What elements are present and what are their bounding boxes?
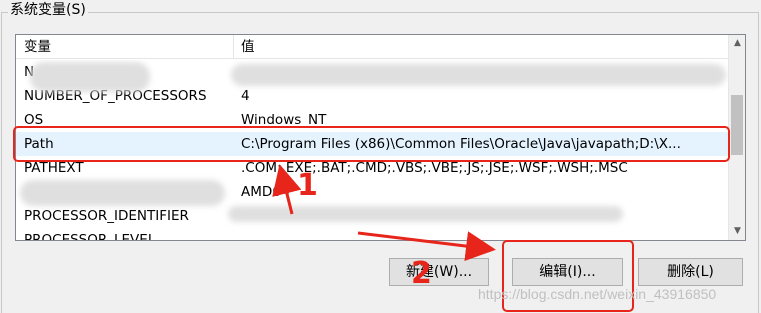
row-name: PROCESSOR_LEVEL xyxy=(24,232,156,241)
row-name: PROCESSOR_IDENTIFIER xyxy=(24,208,189,224)
redaction-smear xyxy=(231,64,726,86)
new-button[interactable]: 新建(W)... xyxy=(389,258,489,286)
list-header: 变量 值 xyxy=(16,35,728,59)
annotation-highlight-path xyxy=(13,126,730,162)
chevron-down-icon[interactable]: ▼ xyxy=(729,223,745,240)
column-header-name[interactable]: 变量 xyxy=(16,35,234,59)
watermark: https://blog.csdn.net/weixin_43916850 xyxy=(478,286,717,302)
annotation-step-1: 1 xyxy=(297,168,318,203)
row-value: 4 xyxy=(241,88,250,104)
redaction-smear xyxy=(30,62,150,92)
system-variables-panel: 系统变量(S) 变量 值 N NUMBER_OF_PROCESSORS 4 OS… xyxy=(0,0,761,313)
redaction-smear xyxy=(228,206,623,222)
annotation-step-2: 2 xyxy=(411,256,432,291)
chevron-up-icon[interactable]: ▲ xyxy=(729,35,745,52)
column-header-value[interactable]: 值 xyxy=(234,35,728,59)
scrollbar-thumb[interactable] xyxy=(731,95,743,155)
delete-button[interactable]: 删除(L) xyxy=(638,258,743,286)
redaction-smear xyxy=(20,180,225,206)
group-title: 系统变量(S) xyxy=(8,1,88,19)
vertical-scrollbar[interactable]: ▲ ▼ xyxy=(728,35,745,240)
